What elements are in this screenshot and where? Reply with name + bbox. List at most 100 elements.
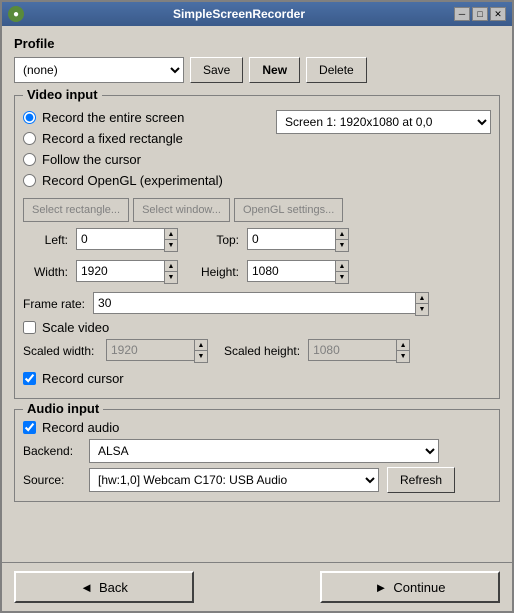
titlebar-controls: ─ □ ✕ xyxy=(454,7,506,21)
radio-opengl-label: Record OpenGL (experimental) xyxy=(42,173,223,188)
scaled-width-input[interactable]: 1920 xyxy=(106,339,194,361)
backend-row: Backend: ALSAPulseAudio xyxy=(23,439,491,463)
delete-button[interactable]: Delete xyxy=(306,57,367,83)
height-spin-up[interactable]: ▲ xyxy=(336,261,348,272)
radio-fixed-rect[interactable]: Record a fixed rectangle xyxy=(23,131,223,146)
scaled-width-field-row: Scaled width: 1920 ▲ ▼ xyxy=(23,339,208,363)
top-spin-up[interactable]: ▲ xyxy=(336,229,348,240)
continue-button[interactable]: ► Continue xyxy=(320,571,500,603)
screen-select[interactable]: Screen 1: 1920x1080 at 0,0 xyxy=(276,110,491,134)
record-audio-label: Record audio xyxy=(42,420,119,435)
left-spinner: 0 ▲ ▼ xyxy=(76,228,178,252)
scaled-height-input[interactable]: 1080 xyxy=(308,339,396,361)
app-icon: ● xyxy=(8,6,24,22)
profile-select[interactable]: (none) xyxy=(14,57,184,83)
back-button[interactable]: ◄ Back xyxy=(14,571,194,603)
main-window: ● SimpleScreenRecorder ─ □ ✕ Profile (no… xyxy=(0,0,514,613)
back-label: Back xyxy=(99,580,128,595)
framerate-spin-up[interactable]: ▲ xyxy=(416,293,428,304)
scaled-width-spin-down[interactable]: ▼ xyxy=(195,351,207,362)
width-spin-buttons: ▲ ▼ xyxy=(164,260,178,284)
scaled-height-label: Scaled height: xyxy=(224,344,300,358)
record-cursor-checkbox[interactable] xyxy=(23,372,36,385)
select-rectangle-button[interactable]: Select rectangle... xyxy=(23,198,129,222)
width-field-row: Width: 1920 ▲ ▼ xyxy=(23,260,178,284)
width-spin-up[interactable]: ▲ xyxy=(165,261,177,272)
width-input[interactable]: 1920 xyxy=(76,260,164,282)
backend-label: Backend: xyxy=(23,444,81,458)
left-spin-buttons: ▲ ▼ xyxy=(164,228,178,252)
left-label: Left: xyxy=(23,233,68,247)
opengl-settings-button[interactable]: OpenGL settings... xyxy=(234,198,343,222)
scale-video-row: Scale video xyxy=(23,320,491,335)
height-spinner: 1080 ▲ ▼ xyxy=(247,260,349,284)
record-cursor-label: Record cursor xyxy=(42,371,124,386)
video-input-group: Video input Record the entire screen Rec… xyxy=(14,95,500,399)
framerate-row: Frame rate: 30 ▲ ▼ xyxy=(23,292,491,316)
height-spin-down[interactable]: ▼ xyxy=(336,272,348,283)
maximize-button[interactable]: □ xyxy=(472,7,488,21)
radio-fixed-rect-label: Record a fixed rectangle xyxy=(42,131,183,146)
scale-video-label: Scale video xyxy=(42,320,109,335)
new-button[interactable]: New xyxy=(249,57,300,83)
close-button[interactable]: ✕ xyxy=(490,7,506,21)
record-cursor-row: Record cursor xyxy=(23,371,491,386)
scaled-height-spin-down[interactable]: ▼ xyxy=(397,351,409,362)
save-button[interactable]: Save xyxy=(190,57,243,83)
content-area: Profile (none) Save New Delete Video inp… xyxy=(2,26,512,562)
source-label: Source: xyxy=(23,473,81,487)
radio-follow-cursor-label: Follow the cursor xyxy=(42,152,141,167)
source-select[interactable]: [hw:1,0] Webcam C170: USB Audio xyxy=(89,468,379,492)
radio-entire-screen[interactable]: Record the entire screen xyxy=(23,110,223,125)
width-height-row: Width: 1920 ▲ ▼ Height: 1080 ▲ xyxy=(23,260,491,288)
audio-input-group: Audio input Record audio Backend: ALSAPu… xyxy=(14,409,500,502)
source-row: Source: [hw:1,0] Webcam C170: USB Audio … xyxy=(23,467,491,493)
continue-label: Continue xyxy=(393,580,445,595)
top-spin-down[interactable]: ▼ xyxy=(336,240,348,251)
refresh-button[interactable]: Refresh xyxy=(387,467,455,493)
framerate-spin-down[interactable]: ▼ xyxy=(416,304,428,315)
scaled-width-spin-up[interactable]: ▲ xyxy=(195,340,207,351)
top-input[interactable]: 0 xyxy=(247,228,335,250)
left-spin-down[interactable]: ▼ xyxy=(165,240,177,251)
height-input[interactable]: 1080 xyxy=(247,260,335,282)
window-title: SimpleScreenRecorder xyxy=(24,7,454,21)
video-input-title: Video input xyxy=(23,87,102,102)
left-spin-up[interactable]: ▲ xyxy=(165,229,177,240)
scale-video-checkbox[interactable] xyxy=(23,321,36,334)
framerate-input[interactable]: 30 xyxy=(93,292,415,314)
framerate-spin-buttons: ▲ ▼ xyxy=(415,292,429,316)
bottom-navigation: ◄ Back ► Continue xyxy=(2,562,512,611)
scaled-dimensions-row: Scaled width: 1920 ▲ ▼ Scaled height: 10… xyxy=(23,339,491,367)
video-radio-group: Record the entire screen Record a fixed … xyxy=(23,110,223,192)
record-audio-row: Record audio xyxy=(23,420,491,435)
scaled-width-label: Scaled width: xyxy=(23,344,98,358)
video-top-row: Record the entire screen Record a fixed … xyxy=(23,110,491,192)
top-label: Top: xyxy=(194,233,239,247)
backend-select[interactable]: ALSAPulseAudio xyxy=(89,439,439,463)
width-label: Width: xyxy=(23,265,68,279)
height-label: Height: xyxy=(194,265,239,279)
scaled-height-spin-buttons: ▲ ▼ xyxy=(396,339,410,363)
audio-input-title: Audio input xyxy=(23,401,103,416)
radio-opengl[interactable]: Record OpenGL (experimental) xyxy=(23,173,223,188)
profile-section-title: Profile xyxy=(14,36,500,51)
record-audio-checkbox[interactable] xyxy=(23,421,36,434)
height-spin-buttons: ▲ ▼ xyxy=(335,260,349,284)
minimize-button[interactable]: ─ xyxy=(454,7,470,21)
top-field-row: Top: 0 ▲ ▼ xyxy=(194,228,349,252)
radio-follow-cursor[interactable]: Follow the cursor xyxy=(23,152,223,167)
select-window-button[interactable]: Select window... xyxy=(133,198,230,222)
left-top-row: Left: 0 ▲ ▼ Top: 0 ▲ xyxy=(23,228,491,256)
framerate-label: Frame rate: xyxy=(23,297,85,311)
screen-select-wrapper: Screen 1: 1920x1080 at 0,0 xyxy=(276,110,491,134)
width-spin-down[interactable]: ▼ xyxy=(165,272,177,283)
scaled-height-field-row: Scaled height: 1080 ▲ ▼ xyxy=(224,339,410,363)
scaled-width-spinner: 1920 ▲ ▼ xyxy=(106,339,208,363)
scaled-height-spinner: 1080 ▲ ▼ xyxy=(308,339,410,363)
left-field-row: Left: 0 ▲ ▼ xyxy=(23,228,178,252)
left-input[interactable]: 0 xyxy=(76,228,164,250)
rect-buttons-row: Select rectangle... Select window... Ope… xyxy=(23,198,491,222)
scaled-height-spin-up[interactable]: ▲ xyxy=(397,340,409,351)
back-icon: ◄ xyxy=(80,580,93,595)
